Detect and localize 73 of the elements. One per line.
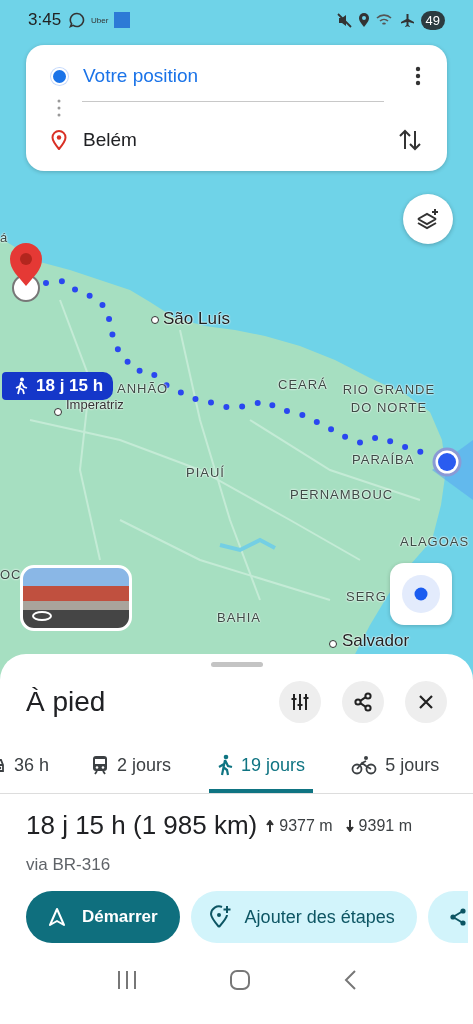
chat-app-icon: [69, 12, 86, 28]
arrow-down-icon: [345, 819, 354, 832]
map-label: ALAGOAS: [400, 533, 470, 551]
app-notification-icon: [114, 12, 131, 28]
status-time: 3:45: [28, 10, 62, 30]
map-label: BAHIA: [217, 609, 261, 627]
walking-icon: [217, 754, 234, 776]
map-label: PERNAMBOUC: [290, 486, 394, 504]
descent-text: 9391 m: [358, 816, 412, 835]
city-dot: [54, 408, 62, 416]
map-label: ANHÃO: [117, 380, 169, 398]
photo-placeholder[interactable]: [20, 565, 132, 631]
more-options-icon[interactable]: [415, 66, 421, 86]
close-button[interactable]: [405, 681, 447, 723]
route-via-text: via BR-316: [25, 854, 112, 875]
route-duration: 18 j 15 h: [36, 376, 104, 396]
location-icon: [357, 12, 370, 28]
travel-mode-tab[interactable]: 5 jours: [347, 741, 444, 793]
map-label: RIO GRANDE DO NORTE: [341, 381, 437, 417]
destination-field[interactable]: Belém: [83, 129, 399, 151]
map-label: Salvador: [342, 631, 410, 651]
map-label: PIAUÍ: [186, 464, 225, 482]
current-location-marker: [432, 447, 462, 477]
map-label: CEARÁ: [278, 376, 328, 394]
map-label: OC: [0, 566, 22, 584]
mute-icon: [336, 12, 352, 28]
options-button[interactable]: [279, 681, 321, 723]
back-icon[interactable]: [343, 969, 358, 991]
airplane-icon: [399, 12, 415, 28]
wifi-icon: [375, 13, 394, 27]
share-button[interactable]: [342, 681, 384, 723]
travel-mode-tab[interactable]: 36 h: [0, 741, 54, 793]
train-icon: [91, 755, 110, 775]
city-dot: [329, 640, 337, 648]
add-location-icon: [208, 905, 231, 929]
navigation-arrow-icon: [48, 907, 66, 927]
map-label: Imperatriz: [66, 397, 124, 412]
origin-dot-icon: [51, 67, 68, 85]
trip-summary: 18 j 15 h (1 985 km): [26, 810, 258, 841]
close-icon: [418, 694, 434, 710]
sheet-title: À pied: [26, 686, 106, 718]
arrow-up-icon: [266, 819, 275, 832]
layers-icon: [416, 207, 440, 231]
share-icon: [353, 692, 373, 712]
destination-pin-icon[interactable]: [10, 243, 42, 302]
map-label: PARAÍBA: [352, 451, 415, 469]
travel-mode-tab[interactable]: 2 jours: [87, 741, 176, 793]
share-icon: [447, 907, 468, 927]
layers-button[interactable]: [403, 194, 453, 244]
bicycle-icon: [351, 755, 378, 775]
sliders-icon: [290, 692, 310, 712]
home-icon[interactable]: [229, 969, 252, 991]
start-button[interactable]: Démarrer: [26, 891, 180, 943]
rotate-icon: [31, 610, 53, 622]
ascent-text: 9377 m: [279, 816, 333, 835]
share-button[interactable]: [427, 891, 468, 943]
walking-icon: [14, 377, 28, 395]
map-label: São Luís: [163, 309, 231, 329]
map-label: SERG: [346, 588, 387, 606]
app-notification-label: Uber: [91, 15, 109, 25]
travel-mode-tab[interactable]: 19 jours: [209, 741, 314, 793]
map-label: á: [0, 229, 9, 247]
drag-handle[interactable]: [210, 662, 263, 667]
connector-dots-icon: [57, 98, 61, 118]
destination-pin-icon: [51, 130, 67, 150]
my-location-button[interactable]: [390, 563, 452, 625]
battery-indicator: 49: [420, 10, 445, 30]
my-location-icon: [401, 574, 441, 614]
recent-apps-icon[interactable]: [115, 970, 138, 990]
city-dot: [151, 316, 159, 324]
origin-field[interactable]: Votre position: [83, 65, 415, 87]
swap-icon[interactable]: [399, 128, 421, 152]
add-stops-button[interactable]: Ajouter des étapes: [190, 891, 417, 943]
